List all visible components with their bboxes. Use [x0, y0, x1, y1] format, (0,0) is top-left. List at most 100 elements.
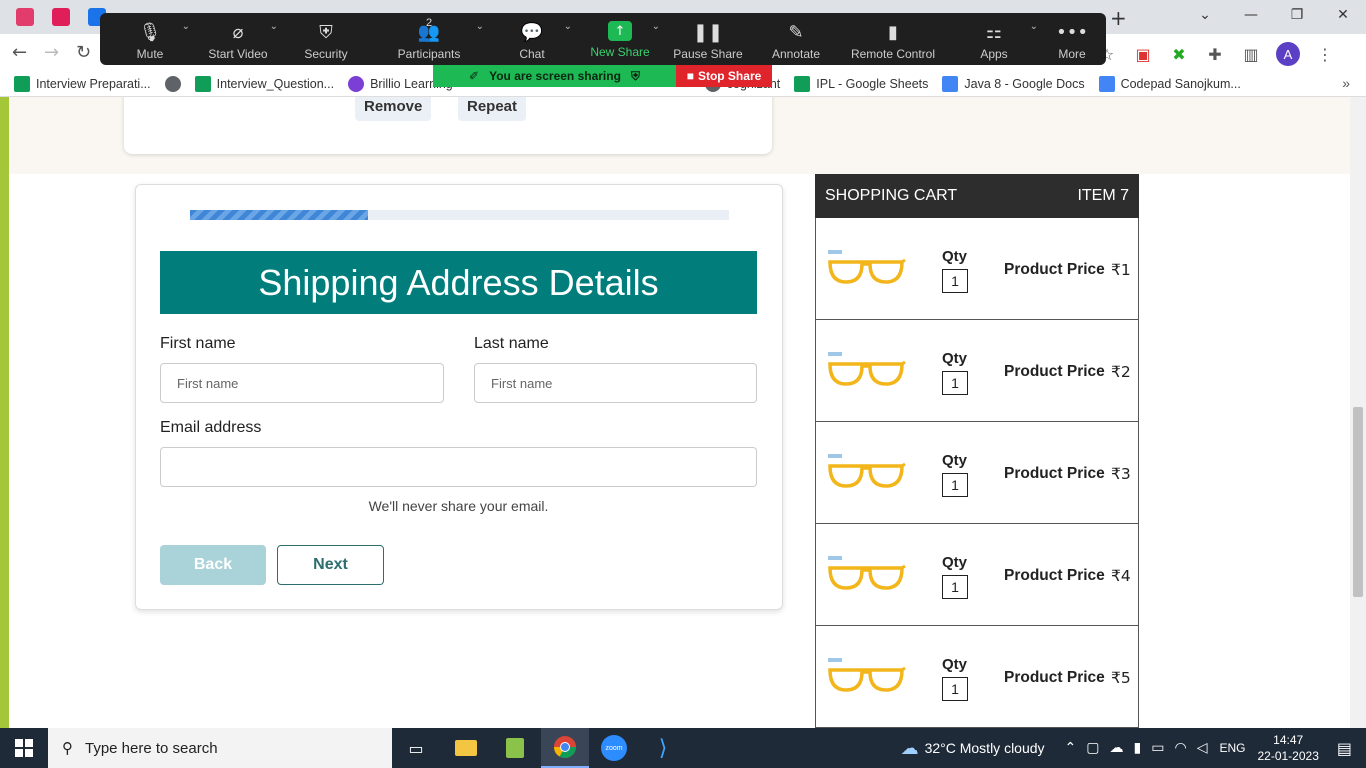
minimize-button[interactable]: — [1228, 0, 1274, 30]
scrollbar-thumb[interactable] [1353, 407, 1363, 597]
back-button[interactable]: Back [160, 545, 266, 585]
chevron-down-icon[interactable]: ⌄ [652, 21, 660, 32]
bookmarks-overflow-icon[interactable]: » [1342, 75, 1350, 91]
qty-input[interactable]: 1 [942, 269, 968, 293]
last-name-label: Last name [474, 335, 549, 352]
docs-icon [1098, 75, 1115, 92]
pin-icon[interactable]: ✐ [469, 69, 479, 83]
battery-icon[interactable]: ▭ [1151, 740, 1164, 756]
qty-label: Qty [942, 554, 968, 571]
email-label: Email address [160, 419, 262, 436]
bookmark-item[interactable]: IPL - Google Sheets [794, 75, 928, 92]
file-explorer-icon[interactable] [442, 728, 490, 768]
qty-label: Qty [942, 452, 968, 469]
profile-avatar[interactable]: A [1276, 42, 1300, 66]
wifi-icon[interactable]: ◠ [1174, 740, 1186, 756]
task-view-icon[interactable]: ▭ [392, 728, 440, 768]
slack-tab-icon[interactable] [16, 8, 34, 26]
bookmark-item[interactable]: Java 8 - Google Docs [942, 75, 1085, 92]
chevron-down-icon[interactable]: ⌄ [476, 21, 484, 32]
slack-tab-icon[interactable] [52, 8, 70, 26]
apps-icon: ⚏ [985, 21, 1003, 43]
network-icon[interactable]: ▢ [1086, 740, 1099, 756]
product-price-label: Product Price [1004, 363, 1105, 380]
volume-icon[interactable]: ◁ [1197, 740, 1208, 756]
side-panel-icon[interactable]: ▥ [1240, 43, 1262, 65]
chevron-down-icon[interactable]: ⌄ [564, 21, 572, 32]
restore-button[interactable]: ❐ [1274, 0, 1320, 30]
apps-button[interactable]: ⚏ Apps ⌄ [946, 13, 1042, 65]
tab-search-icon[interactable]: ⌄ [1182, 0, 1228, 30]
chevron-down-icon[interactable]: ⌄ [182, 21, 190, 32]
notepad-icon[interactable] [491, 728, 539, 768]
product-price-value: ₹1 [1111, 261, 1131, 279]
menu-kebab-icon[interactable]: ⋮ [1314, 43, 1336, 65]
mute-button[interactable]: 🎙 Mute ⌄ [106, 13, 194, 65]
next-button[interactable]: Next [277, 545, 384, 585]
cart-item: Qty 1 Product Price ₹5 [815, 626, 1139, 728]
tab-favicons[interactable] [16, 8, 106, 26]
clock[interactable]: 14:47 22-01-2023 [1257, 732, 1318, 764]
extensions-puzzle-icon[interactable]: ✚ [1204, 43, 1226, 65]
vscode-icon[interactable]: ⟩ [639, 728, 687, 768]
qty-input[interactable]: 1 [942, 473, 968, 497]
last-name-input[interactable] [474, 363, 757, 403]
form-title: Shipping Address Details [160, 251, 757, 314]
bookmark-item[interactable]: Interview Preparati... [14, 75, 151, 92]
remote-control-button[interactable]: ▮ Remote Control [840, 13, 946, 65]
new-tab-button[interactable]: + [1110, 6, 1127, 30]
windows-taskbar: ⚲ Type here to search ▭ zoom ⟩ ☁ 32°C Mo… [0, 728, 1366, 768]
qty-input[interactable]: 1 [942, 371, 968, 395]
bookmark-item[interactable] [164, 75, 181, 92]
weather-text[interactable]: 32°C Mostly cloudy [925, 740, 1045, 756]
email-input[interactable] [160, 447, 757, 487]
cart-title: SHOPPING CART [825, 187, 958, 204]
more-button[interactable]: ••• More [1042, 13, 1102, 65]
shopping-cart: SHOPPING CART ITEM 7 Qty 1 Product Price ₹1… [815, 174, 1139, 728]
extension-icon[interactable]: ▣ [1132, 43, 1154, 65]
notifications-icon[interactable]: ▤ [1337, 739, 1352, 758]
first-name-input[interactable] [160, 363, 444, 403]
new-share-button[interactable]: ↑ New Share ⌄ [576, 13, 664, 65]
qty-label: Qty [942, 350, 968, 367]
language-indicator[interactable]: ENG [1219, 741, 1245, 755]
forward-arrow-icon[interactable]: → [44, 42, 59, 63]
taskbar-search[interactable]: ⚲ Type here to search [48, 728, 392, 768]
sheets-icon [14, 75, 30, 92]
brillio-icon [348, 75, 365, 92]
pause-share-button[interactable]: ❚❚ Pause Share [664, 13, 752, 65]
search-icon: ⚲ [62, 739, 73, 757]
extension-icon[interactable]: ✖ [1168, 43, 1190, 65]
close-window-button[interactable]: ✕ [1320, 0, 1366, 30]
shield-icon: ⛨ [319, 21, 333, 43]
bookmark-item[interactable]: Codepad Sanojkum... [1098, 75, 1241, 92]
remove-button[interactable]: Remove [355, 97, 432, 121]
zoom-app-icon[interactable]: zoom [590, 728, 638, 768]
back-arrow-icon[interactable]: ← [12, 42, 27, 63]
reload-icon[interactable]: ↻ [76, 42, 91, 63]
security-button[interactable]: ⛨ Security [282, 13, 370, 65]
onedrive-icon[interactable]: ☁ [1110, 740, 1124, 756]
sheets-icon [794, 75, 811, 92]
start-video-button[interactable]: ⌀ Start Video ⌄ [194, 13, 282, 65]
bookmark-item[interactable]: Interview_Question... [194, 75, 334, 92]
shipping-form-card: Shipping Address Details First name Last… [135, 184, 783, 610]
window-controls: ⌄ — ❐ ✕ [1182, 0, 1366, 30]
product-price-value: ₹3 [1111, 465, 1131, 483]
qty-input[interactable]: 1 [942, 677, 968, 701]
annotate-button[interactable]: ✎ Annotate [752, 13, 840, 65]
chrome-icon[interactable] [541, 728, 589, 768]
microphone-icon[interactable]: ▮ [1134, 740, 1142, 756]
stop-share-button[interactable]: ■ Stop Share [676, 65, 772, 87]
chevron-up-icon[interactable]: ⌃ [1065, 740, 1077, 756]
start-button[interactable] [0, 728, 48, 768]
globe-icon [164, 75, 181, 92]
qty-input[interactable]: 1 [942, 575, 968, 599]
chevron-down-icon[interactable]: ⌄ [270, 21, 278, 32]
chevron-down-icon[interactable]: ⌄ [1030, 21, 1038, 32]
participants-button[interactable]: 👥 2 Participants ⌄ [370, 13, 488, 65]
repeat-button[interactable]: Repeat [458, 97, 527, 121]
page-scrollbar[interactable] [1350, 97, 1366, 728]
chat-button[interactable]: 💬 Chat ⌄ [488, 13, 576, 65]
system-tray: ☁ 32°C Mostly cloudy ⌃ ▢ ☁ ▮ ▭ ◠ ◁ ENG 1… [901, 728, 1366, 768]
